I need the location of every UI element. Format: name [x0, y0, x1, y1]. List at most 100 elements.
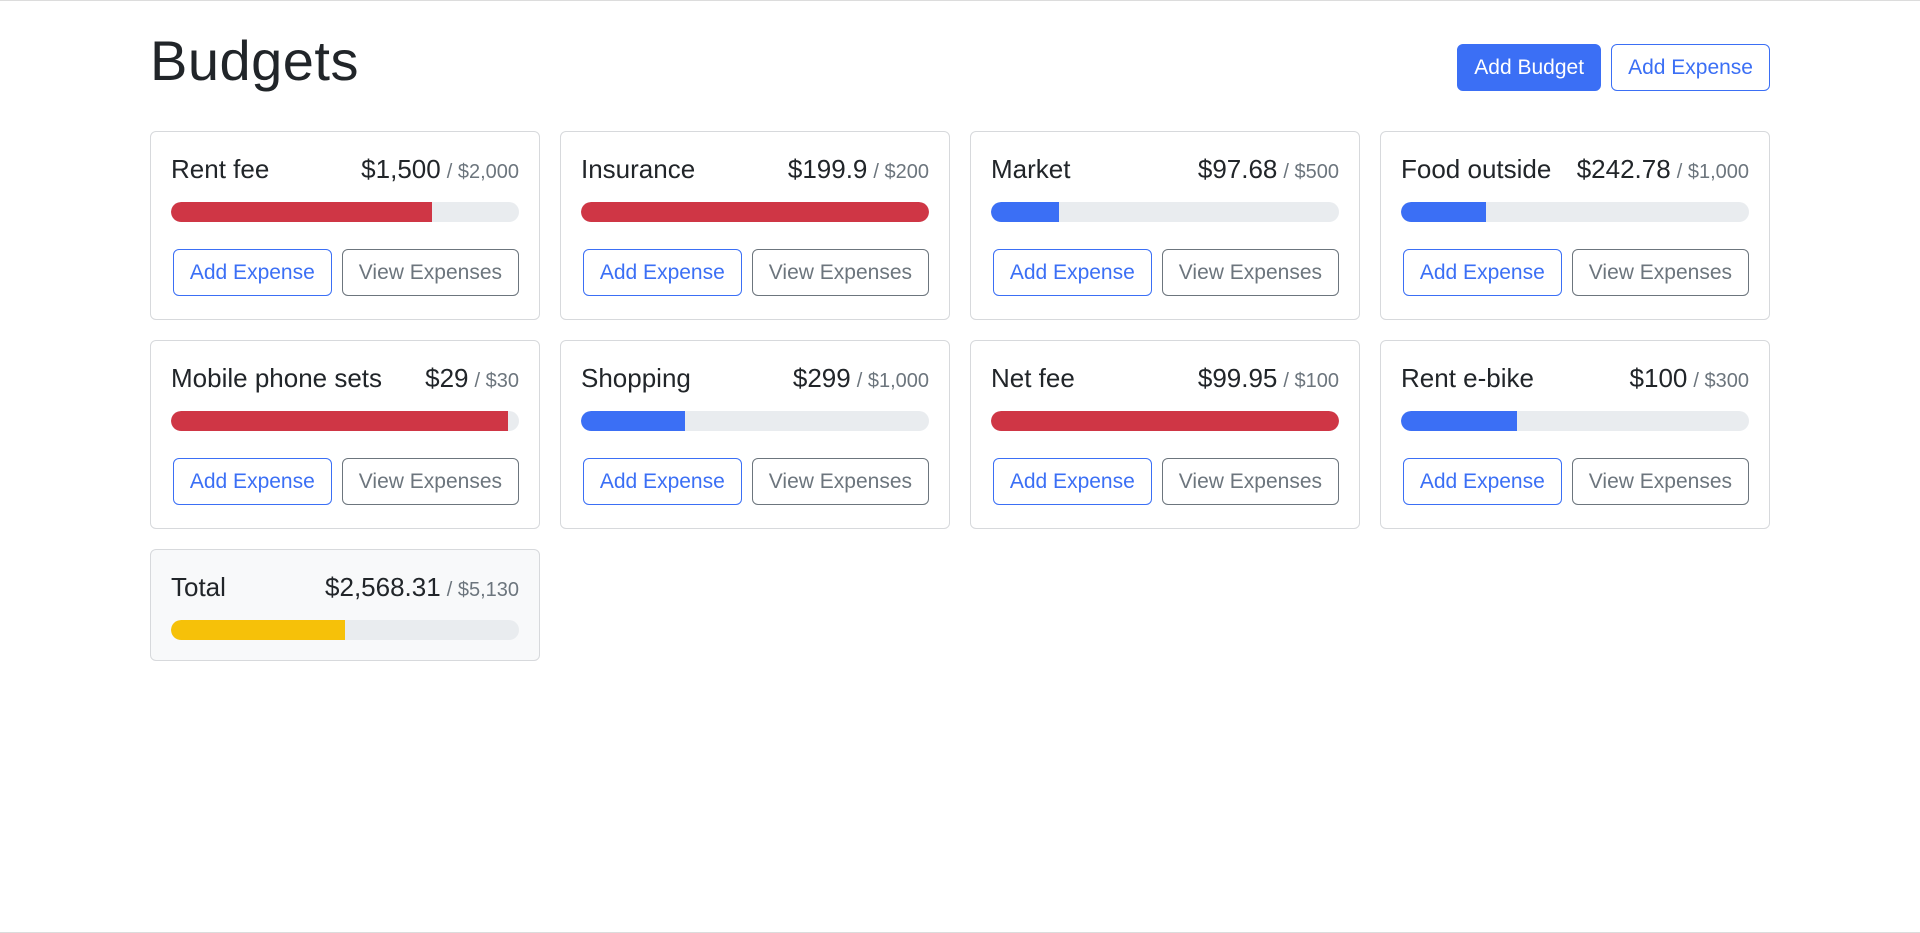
- budget-progress-bar: [991, 202, 1059, 222]
- budget-progress-bar: [1401, 411, 1517, 431]
- card-actions: Add Expense View Expenses: [171, 249, 519, 296]
- budget-progress: [581, 411, 929, 431]
- add-expense-button[interactable]: Add Expense: [582, 249, 742, 296]
- budget-max: / $1,000: [856, 370, 929, 392]
- card-header: Rent e-bike $100/ $300: [1401, 361, 1749, 395]
- add-expense-header-button[interactable]: Add Expense: [1611, 44, 1770, 91]
- card-actions: Add Expense View Expenses: [581, 458, 929, 505]
- budget-card: Mobile phone sets $29/ $30 Add Expense V…: [150, 340, 540, 529]
- budget-card: Food outside $242.78/ $1,000 Add Expense…: [1380, 131, 1770, 320]
- budget-amount: $199.9/ $200: [788, 154, 929, 185]
- add-expense-button[interactable]: Add Expense: [992, 249, 1152, 296]
- budget-card: Rent e-bike $100/ $300 Add Expense View …: [1380, 340, 1770, 529]
- add-expense-button[interactable]: Add Expense: [1402, 249, 1562, 296]
- card-header: Rent fee $1,500/ $2,000: [171, 152, 519, 186]
- budget-progress: [1401, 411, 1749, 431]
- total-card: Total $2,568.31/ $5,130: [150, 549, 540, 661]
- budget-progress-bar: [581, 411, 686, 431]
- view-expenses-button[interactable]: View Expenses: [341, 249, 519, 296]
- budget-spent: $1,500: [361, 154, 441, 184]
- card-header: Insurance $199.9/ $200: [581, 152, 929, 186]
- card-actions: Add Expense View Expenses: [1401, 458, 1749, 505]
- total-progress: [171, 620, 519, 640]
- budget-card: Market $97.68/ $500 Add Expense View Exp…: [970, 131, 1360, 320]
- card-header: Net fee $99.95/ $100: [991, 361, 1339, 395]
- budget-amount: $29/ $30: [425, 363, 519, 394]
- add-expense-button[interactable]: Add Expense: [992, 458, 1152, 505]
- total-max: / $5,130: [446, 579, 519, 601]
- card-header: Food outside $242.78/ $1,000: [1401, 152, 1749, 186]
- card-header: Mobile phone sets $29/ $30: [171, 361, 519, 395]
- budget-max: / $1,000: [1676, 161, 1749, 183]
- budget-spent: $199.9: [787, 154, 868, 184]
- view-expenses-button[interactable]: View Expenses: [751, 249, 929, 296]
- budget-progress: [991, 411, 1339, 431]
- budget-card: Net fee $99.95/ $100 Add Expense View Ex…: [970, 340, 1360, 529]
- page-header: Budgets Add Budget Add Expense: [150, 1, 1770, 131]
- budget-name: Food outside: [1401, 154, 1552, 184]
- budget-spent: $29: [425, 363, 469, 393]
- budget-name: Rent e-bike: [1401, 363, 1534, 393]
- add-budget-button[interactable]: Add Budget: [1457, 44, 1602, 91]
- budget-progress-bar: [1401, 202, 1486, 222]
- budget-progress: [171, 411, 519, 431]
- add-expense-button[interactable]: Add Expense: [1402, 458, 1562, 505]
- budget-card: Insurance $199.9/ $200 Add Expense View …: [560, 131, 950, 320]
- total-amount: $2,568.31/ $5,130: [325, 572, 519, 603]
- budget-spent: $242.78: [1576, 154, 1671, 184]
- add-expense-button[interactable]: Add Expense: [172, 249, 332, 296]
- card-actions: Add Expense View Expenses: [581, 249, 929, 296]
- budget-amount: $1,500/ $2,000: [361, 154, 519, 185]
- total-spent: $2,568.31: [325, 572, 441, 602]
- header-actions: Add Budget Add Expense: [1457, 44, 1770, 91]
- add-expense-button[interactable]: Add Expense: [172, 458, 332, 505]
- view-expenses-button[interactable]: View Expenses: [1161, 458, 1339, 505]
- card-header: Total $2,568.31/ $5,130: [171, 570, 519, 604]
- view-expenses-button[interactable]: View Expenses: [1571, 249, 1749, 296]
- budget-amount: $97.68/ $500: [1198, 154, 1339, 185]
- total-progress-bar: [171, 620, 345, 640]
- budget-progress-bar: [171, 202, 432, 222]
- budget-progress-bar: [991, 411, 1339, 431]
- budget-progress: [1401, 202, 1749, 222]
- budget-amount: $299/ $1,000: [793, 363, 929, 394]
- card-actions: Add Expense View Expenses: [171, 458, 519, 505]
- budget-max: / $100: [1283, 370, 1339, 392]
- budget-amount: $99.95/ $100: [1198, 363, 1339, 394]
- main-container: Budgets Add Budget Add Expense Rent fee …: [150, 1, 1770, 661]
- budget-progress-bar: [171, 411, 508, 431]
- view-expenses-button[interactable]: View Expenses: [1571, 458, 1749, 505]
- budget-progress: [171, 202, 519, 222]
- budget-card: Shopping $299/ $1,000 Add Expense View E…: [560, 340, 950, 529]
- view-expenses-button[interactable]: View Expenses: [1161, 249, 1339, 296]
- budget-spent: $100: [1629, 363, 1688, 393]
- budget-max: / $500: [1283, 161, 1339, 183]
- budget-progress: [581, 202, 929, 222]
- budget-name: Mobile phone sets: [171, 363, 383, 393]
- budget-max: / $200: [873, 161, 929, 183]
- budget-max: / $30: [474, 370, 519, 392]
- card-header: Shopping $299/ $1,000: [581, 361, 929, 395]
- card-header: Market $97.68/ $500: [991, 152, 1339, 186]
- view-expenses-button[interactable]: View Expenses: [751, 458, 929, 505]
- budget-name: Market: [991, 154, 1071, 184]
- budget-progress: [991, 202, 1339, 222]
- budget-name: Insurance: [581, 154, 696, 184]
- budget-progress-bar: [581, 202, 929, 222]
- budget-spent: $299: [792, 363, 851, 393]
- budget-amount: $100/ $300: [1630, 363, 1749, 394]
- view-expenses-button[interactable]: View Expenses: [341, 458, 519, 505]
- card-actions: Add Expense View Expenses: [1401, 249, 1749, 296]
- card-actions: Add Expense View Expenses: [991, 458, 1339, 505]
- budget-name: Net fee: [991, 363, 1075, 393]
- budget-spent: $99.95: [1197, 363, 1278, 393]
- budget-grid: Rent fee $1,500/ $2,000 Add Expense View…: [150, 131, 1770, 661]
- budget-name: Rent fee: [171, 154, 270, 184]
- add-expense-button[interactable]: Add Expense: [582, 458, 742, 505]
- card-actions: Add Expense View Expenses: [991, 249, 1339, 296]
- budget-spent: $97.68: [1197, 154, 1278, 184]
- budget-name: Shopping: [581, 363, 691, 393]
- app-frame: Budgets Add Budget Add Expense Rent fee …: [0, 0, 1920, 933]
- total-name: Total: [171, 572, 226, 602]
- budget-max: / $2,000: [446, 161, 519, 183]
